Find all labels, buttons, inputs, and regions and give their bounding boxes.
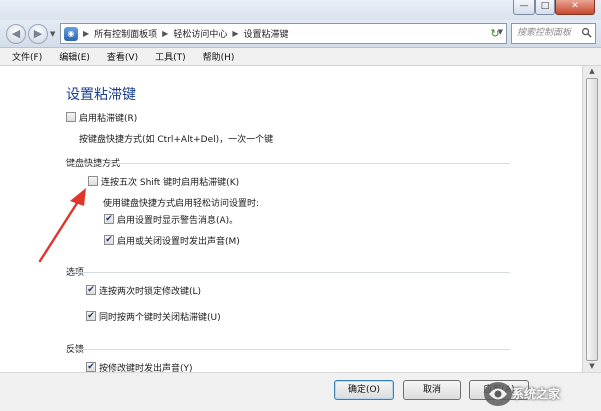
ok-button[interactable]: 确定(O) — [334, 380, 394, 400]
watermark-text: 系统之家 — [512, 387, 561, 401]
scroll-down-icon[interactable]: ▼ — [583, 362, 601, 370]
scroll-up-icon[interactable]: ▲ — [583, 67, 601, 75]
scrollbar-thumb[interactable] — [586, 78, 598, 361]
cancel-button[interactable]: 取消 — [403, 380, 461, 400]
vertical-scrollbar[interactable]: ▲ ▼ — [582, 66, 601, 372]
annotation-arrow-icon — [38, 188, 86, 263]
